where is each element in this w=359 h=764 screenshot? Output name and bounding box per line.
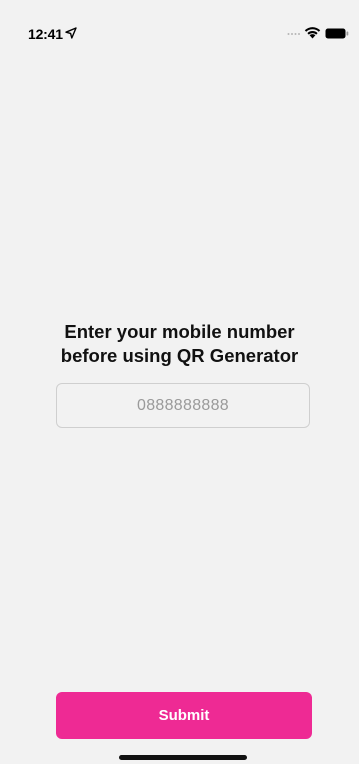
home-indicator [119, 755, 247, 760]
wifi-icon [304, 27, 321, 39]
battery-icon [325, 28, 349, 39]
mobile-number-input[interactable] [56, 383, 310, 428]
submit-button[interactable]: Submit [56, 692, 312, 739]
mobile-number-prompt: Enter your mobile number before using QR… [0, 320, 359, 368]
cellular-signal-icon [287, 33, 300, 35]
prompt-line-1: Enter your mobile number [64, 321, 295, 342]
prompt-line-2: before using QR Generator [60, 345, 299, 366]
status-bar: 12:41 [0, 0, 359, 44]
screen: 12:41 Enter your mobile number before us… [0, 0, 359, 764]
status-time: 12:41 [28, 26, 63, 42]
location-arrow-icon [65, 27, 77, 39]
